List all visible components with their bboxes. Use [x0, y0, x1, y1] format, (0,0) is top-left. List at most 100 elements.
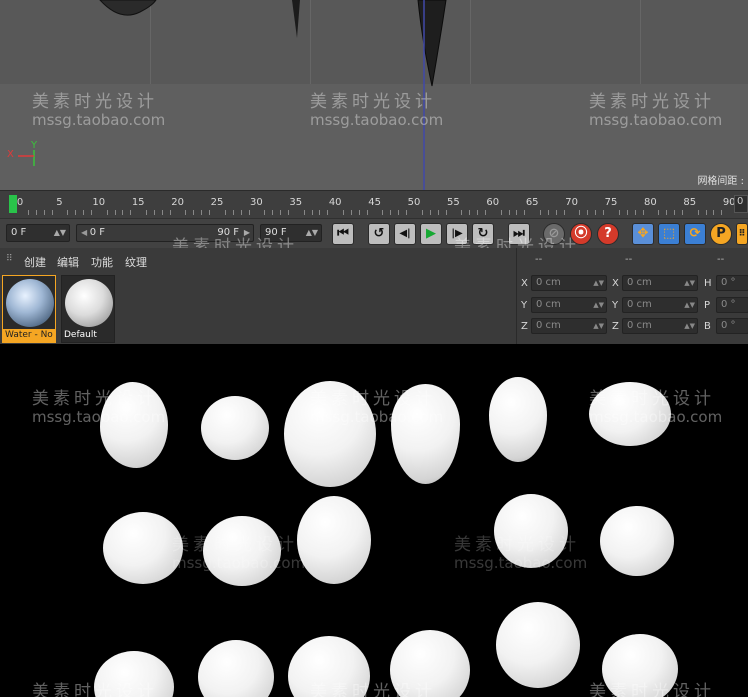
timeline-minor-tick: [43, 210, 45, 215]
axis-label: Y: [612, 300, 619, 311]
timeline-minor-tick: [705, 210, 707, 215]
timeline-minor-tick: [264, 210, 266, 215]
timeline-minor-tick: [51, 210, 53, 215]
size-y-field[interactable]: 0 cm ▲▼: [622, 297, 698, 313]
loop-back-button[interactable]: ↺: [368, 223, 390, 245]
menu-create[interactable]: 创建: [24, 254, 46, 270]
next-key-button[interactable]: |▶: [446, 223, 468, 245]
timeline-minor-tick: [319, 210, 321, 215]
max-frame-field[interactable]: 90 F ▲▼: [260, 224, 322, 242]
material-default[interactable]: Default: [61, 275, 115, 343]
coordinates-panel: -- -- -- X 0 cm ▲▼ X 0 cm ▲▼ H 0 ° Y 0 cm ▲…: [516, 248, 748, 344]
timeline-minor-tick: [209, 210, 211, 215]
timeline-minor-tick: [248, 210, 250, 215]
menu-edit[interactable]: 编辑: [57, 254, 79, 270]
timeline-minor-tick: [146, 210, 148, 215]
timeline-minor-tick: [626, 210, 628, 215]
material-list: Water - No Default: [0, 272, 516, 344]
timeline-minor-tick: [642, 210, 644, 215]
drag-handle-icon[interactable]: ⠿: [6, 254, 13, 264]
timeline-tick-label: 35: [289, 197, 303, 208]
timeline-minor-tick: [587, 210, 589, 215]
timeline-tick-label: 85: [683, 197, 697, 208]
scale-tool-button[interactable]: ⬚: [658, 223, 680, 245]
timeline-minor-tick: [666, 210, 668, 215]
move-tool-button[interactable]: ✥: [632, 223, 654, 245]
timeline-tick-label: 0: [16, 197, 24, 208]
timeline-tick-label: 30: [250, 197, 263, 208]
material-name: Water - No: [3, 329, 55, 342]
stepper-icon: ▲▼: [593, 301, 604, 309]
current-frame-field[interactable]: 0 F ▲▼: [6, 224, 70, 242]
timeline-minor-tick: [185, 210, 187, 215]
water-droplet: [94, 651, 174, 697]
timeline-minor-tick: [524, 210, 526, 215]
water-droplet: [390, 630, 470, 697]
timeline-tick-label: 75: [604, 197, 618, 208]
water-droplet: [284, 381, 376, 487]
position-x-field[interactable]: 0 cm ▲▼: [531, 275, 607, 291]
mesh-object: [417, 0, 447, 87]
autokey-button[interactable]: ?: [597, 223, 619, 245]
water-droplet: [494, 494, 568, 568]
position-y-field[interactable]: 0 cm ▲▼: [531, 297, 607, 313]
goto-start-button[interactable]: ⏮: [332, 223, 354, 245]
timeline-minor-tick: [90, 210, 92, 215]
axis-label: B: [704, 321, 711, 332]
playhead-handle[interactable]: [9, 195, 17, 213]
material-name: Default: [64, 330, 97, 340]
play-button[interactable]: ▶: [420, 223, 442, 245]
timeline-minor-tick: [721, 210, 723, 215]
timeline-minor-tick: [634, 210, 636, 215]
timeline-minor-tick: [477, 210, 479, 215]
timeline-minor-tick: [398, 210, 400, 215]
water-droplet: [589, 382, 671, 446]
rotation-b-field[interactable]: 0 °: [716, 318, 748, 334]
timeline-tick-label: 65: [525, 197, 539, 208]
size-z-field[interactable]: 0 cm ▲▼: [622, 318, 698, 334]
position-z-field[interactable]: 0 cm ▲▼: [531, 318, 607, 334]
mesh-object: [99, 0, 157, 16]
timeline-minor-tick: [382, 210, 384, 215]
axis-label: Y: [521, 300, 528, 311]
timeline-tick-label: 80: [644, 197, 657, 208]
record-key-button[interactable]: ⦿: [570, 223, 592, 245]
timeline-minor-tick: [130, 210, 132, 215]
timeline-minor-tick: [303, 210, 305, 215]
goto-end-button[interactable]: ⏭: [508, 223, 530, 245]
water-droplet: [602, 634, 678, 697]
key-disabled-button[interactable]: ⊘: [543, 223, 565, 245]
timeline-end-field[interactable]: 0: [734, 195, 748, 213]
timeline-minor-tick: [445, 210, 447, 215]
rotation-h-field[interactable]: 0 °: [716, 275, 748, 291]
loop-forward-button[interactable]: ↻: [472, 223, 494, 245]
water-droplet: [203, 516, 281, 586]
timeline-minor-tick: [563, 210, 565, 215]
menu-texture[interactable]: 纹理: [125, 254, 147, 270]
timeline-minor-tick: [516, 210, 518, 215]
frame-range-slider[interactable]: ◀ 0 F 90 F ▶: [76, 224, 254, 242]
menu-function[interactable]: 功能: [91, 254, 113, 270]
mesh-objects: [18, 0, 447, 190]
timeline-tick-label: 50: [407, 197, 421, 208]
timeline-tick-label: 5: [56, 197, 63, 208]
water-droplet: [288, 636, 370, 697]
timeline-tick-label: 60: [486, 197, 500, 208]
timeline-minor-tick: [201, 210, 203, 215]
grid-dots-button[interactable]: ⠿: [736, 223, 748, 245]
size-x-field[interactable]: 0 cm ▲▼: [622, 275, 698, 291]
3d-viewport[interactable]: Y X 网格间距 : 美素时光设计 mssg.taobao.com 美素时光设计 m…: [0, 0, 748, 190]
timeline-tick-label: 10: [92, 197, 106, 208]
range-right-arrow-icon: ▶: [243, 228, 250, 237]
material-water[interactable]: Water - No: [2, 275, 56, 343]
rotate-tool-button[interactable]: ⟳: [684, 223, 706, 245]
prev-key-button[interactable]: ◀|: [394, 223, 416, 245]
gizmo-y-label: Y: [31, 140, 38, 151]
timeline-tick-label: 40: [328, 197, 342, 208]
rotation-p-field[interactable]: 0 °: [716, 297, 748, 313]
timeline-minor-tick: [83, 210, 85, 215]
parameter-button[interactable]: P: [710, 223, 732, 245]
timeline-ruler[interactable]: 0 5 10 15 20 25 30 35 40 45 50 55 60 65 70 75 80 85 90 0: [0, 190, 748, 218]
stepper-icon: ▲▼: [684, 301, 695, 309]
material-preview-sphere: [65, 279, 113, 327]
